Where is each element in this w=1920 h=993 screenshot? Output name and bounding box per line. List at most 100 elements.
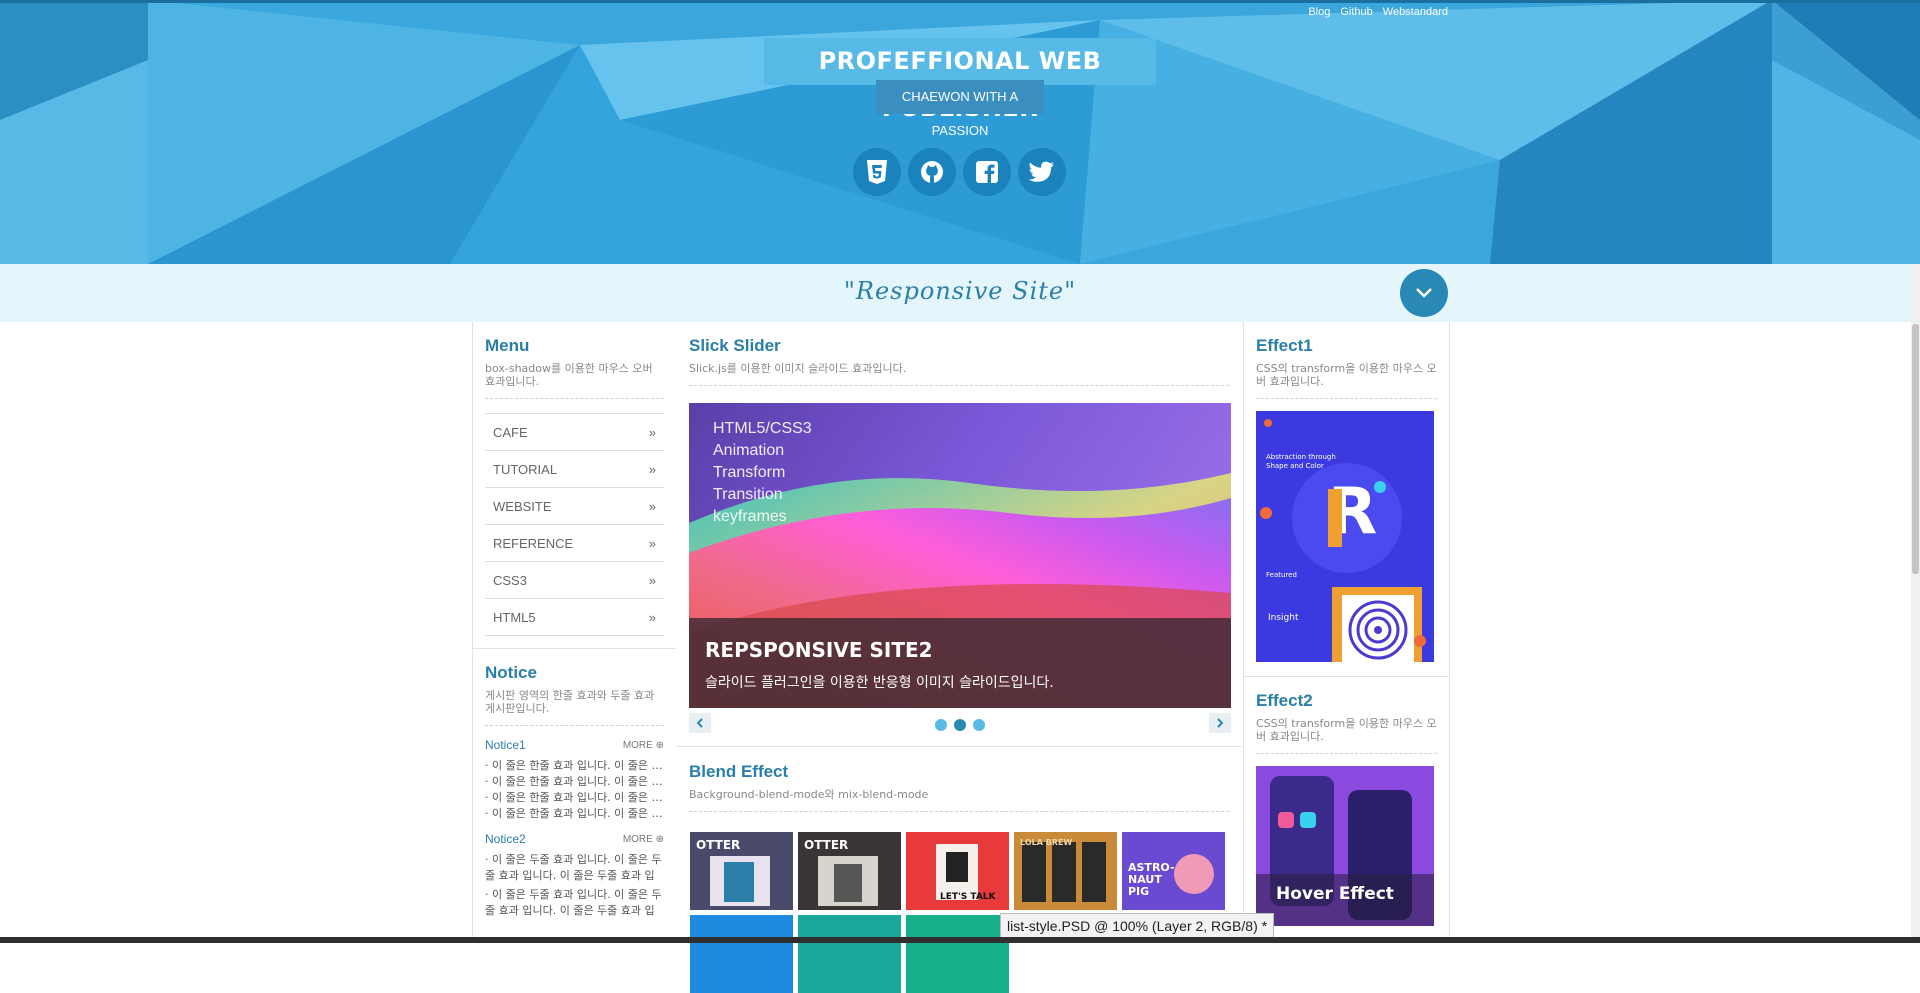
blend-thumb[interactable] xyxy=(798,915,901,993)
menu-item-css3[interactable]: CSS3 » xyxy=(485,562,664,599)
notice2-label[interactable]: Notice2 xyxy=(485,832,526,846)
notice2-more-link[interactable]: MORE ⊕ xyxy=(623,834,664,845)
notice-group-header: Notice1 MORE ⊕ xyxy=(485,738,664,752)
blend-thumb[interactable] xyxy=(906,915,1009,993)
double-chevron-right-icon: » xyxy=(648,498,656,514)
left-column: Menu box-shadow를 이용한 마우스 오버 효과입니다. CAFE »… xyxy=(472,322,677,943)
list-item[interactable]: · 이 줄은 한줄 효과 입니다. 이 줄은 한줄 효과 xyxy=(485,806,664,822)
slide-line: Animation xyxy=(713,442,785,459)
effect1-card-accent xyxy=(1328,489,1342,547)
menu-title: Menu xyxy=(485,336,530,355)
facebook-link[interactable] xyxy=(963,148,1011,196)
notice-group-header: Notice2 MORE ⊕ xyxy=(485,832,664,846)
notice-group-2: Notice2 MORE ⊕ · 이 줄은 두줄 효과 입니다. 이 줄은 두줄… xyxy=(485,832,664,919)
notice-section: Notice 게시판 영역의 한줄 효과와 두줄 효과 게시판입니다. Noti… xyxy=(473,648,676,919)
double-chevron-right-icon: » xyxy=(648,572,656,588)
slider-prev-button[interactable] xyxy=(689,713,711,733)
slider-dot-2[interactable] xyxy=(954,719,966,731)
slide-caption-title: REPSPONSIVE SITE2 xyxy=(705,638,933,662)
blend-divider xyxy=(676,746,1242,747)
slide-line: Transform xyxy=(713,464,786,481)
blend-thumb-otter-1[interactable]: OTTER xyxy=(690,832,793,910)
menu-item-label: TUTORIAL xyxy=(493,461,558,477)
blend-thumb-otter-2[interactable]: OTTER xyxy=(798,832,901,910)
menu-item-html5[interactable]: HTML5 » xyxy=(485,599,664,636)
right-column: Effect1 CSS의 transform을 이용한 마우스 오버 효과입니다… xyxy=(1243,322,1450,943)
menu-item-label: HTML5 xyxy=(493,609,536,625)
list-item[interactable]: · 이 줄은 한줄 효과 입니다. 이 줄은 한줄 효과 xyxy=(485,774,664,790)
twitter-link[interactable] xyxy=(1018,148,1066,196)
effect1-title: Effect1 xyxy=(1256,336,1313,355)
list-item[interactable]: · 이 줄은 두줄 효과 입니다. 이 줄은 두줄 효과 입니다. 이 줄은 두… xyxy=(485,852,664,884)
effect1-card[interactable]: Abstraction through Shape and Color R Fe… xyxy=(1256,411,1434,662)
double-chevron-right-icon: » xyxy=(648,461,656,477)
effect1-card-featured: Featured xyxy=(1266,571,1297,579)
github-link[interactable] xyxy=(908,148,956,196)
slider-dot-3[interactable] xyxy=(973,719,985,731)
app-icon xyxy=(1300,812,1316,828)
blend-title: Blend Effect xyxy=(689,762,789,781)
slide-line: HTML5/CSS3 xyxy=(713,420,812,437)
image-slider[interactable]: HTML5/CSS3 Animation Transform Transitio… xyxy=(689,403,1231,708)
plus-circle-icon: ⊕ xyxy=(655,833,664,845)
site-title: PROFEFFIONAL WEB PUBLISHER xyxy=(764,38,1156,122)
effect1-card-art xyxy=(1342,595,1414,662)
top-link-webstandard[interactable]: Webstandard xyxy=(1383,6,1448,18)
blend-section-head: Blend Effect Background-blend-mode와 mix-… xyxy=(689,762,1229,812)
effect2-card[interactable]: Hover Effect xyxy=(1256,766,1434,926)
slider-dots xyxy=(935,719,985,731)
list-item[interactable]: · 이 줄은 두줄 효과 입니다. 이 줄은 두줄 효과 입니다. 이 줄은 두… xyxy=(485,887,664,919)
page-scrollbar[interactable] xyxy=(1911,264,1920,943)
slide-caption-text: 슬라이드 플러그인을 이용한 반응형 이미지 슬라이드입니다. xyxy=(705,675,1054,691)
slide-line: Transition xyxy=(713,486,783,503)
spiral-pattern-icon xyxy=(1348,600,1408,660)
effect2-hover-label: Hover Effect xyxy=(1276,884,1394,904)
github-icon xyxy=(921,161,943,183)
top-link-github[interactable]: Github xyxy=(1340,6,1372,18)
menu-item-website[interactable]: WEBSITE » xyxy=(485,488,664,525)
menu-item-tutorial[interactable]: TUTORIAL » xyxy=(485,451,664,488)
html5-link[interactable] xyxy=(853,148,901,196)
effect1-card-dot xyxy=(1374,481,1386,493)
slide-text-lines: HTML5/CSS3 Animation Transform Transitio… xyxy=(713,418,812,528)
scroll-down-button[interactable] xyxy=(1400,269,1448,317)
blend-thumb-label: ASTRO-NAUT PIG xyxy=(1128,861,1175,898)
slide-line: keyframes xyxy=(713,508,787,525)
double-chevron-right-icon: » xyxy=(648,424,656,440)
effect2-section: Effect2 CSS의 transform을 이용한 마우스 오버 효과입니다… xyxy=(1244,676,1449,926)
blend-thumb-lola-brew[interactable]: LOLA BREW xyxy=(1014,832,1117,910)
menu-item-label: CAFE xyxy=(493,424,528,440)
double-chevron-right-icon: » xyxy=(648,535,656,551)
notice-title: Notice xyxy=(485,663,537,682)
notice-group-1: Notice1 MORE ⊕ · 이 줄은 한줄 효과 입니다. 이 줄은 한줄… xyxy=(485,738,664,822)
band-title: "Responsive Site" xyxy=(843,277,1077,305)
bottom-strip xyxy=(0,937,1920,943)
top-link-blog[interactable]: Blog xyxy=(1308,6,1330,18)
blend-thumb-astronaut-pig[interactable]: ASTRO-NAUT PIG xyxy=(1122,832,1225,910)
notice1-more-link[interactable]: MORE ⊕ xyxy=(623,740,664,751)
blend-thumb-label: LOLA BREW xyxy=(1020,838,1073,847)
effect1-section: Effect1 CSS의 transform을 이용한 마우스 오버 효과입니다… xyxy=(1244,322,1449,662)
double-chevron-right-icon: » xyxy=(648,609,656,625)
list-item[interactable]: · 이 줄은 한줄 효과 입니다. 이 줄은 한줄 효과 xyxy=(485,790,664,806)
blend-thumb[interactable] xyxy=(690,915,793,993)
plus-circle-icon: ⊕ xyxy=(655,739,664,751)
section-band: "Responsive Site" xyxy=(0,264,1920,322)
slider-title: Slick Slider xyxy=(689,336,781,355)
effect1-card-dot xyxy=(1260,507,1272,519)
blend-desc: Background-blend-mode와 mix-blend-mode xyxy=(689,788,1229,812)
chevron-down-icon xyxy=(1416,288,1432,298)
list-item[interactable]: · 이 줄은 한줄 효과 입니다. 이 줄은 한줄 효과 xyxy=(485,758,664,774)
slider-dot-1[interactable] xyxy=(935,719,947,731)
slider-next-button[interactable] xyxy=(1209,713,1231,733)
menu-desc: box-shadow를 이용한 마우스 오버 효과입니다. xyxy=(485,362,664,399)
menu-item-label: CSS3 xyxy=(493,572,527,588)
menu-item-reference[interactable]: REFERENCE » xyxy=(485,525,664,562)
slide-caption: REPSPONSIVE SITE2 슬라이드 플러그인을 이용한 반응형 이미지… xyxy=(689,618,1231,708)
social-links xyxy=(853,148,1066,196)
scrollbar-thumb[interactable] xyxy=(1912,324,1919,574)
notice1-label[interactable]: Notice1 xyxy=(485,738,526,752)
chevron-right-icon xyxy=(1217,718,1224,728)
blend-thumb-lets-talk[interactable]: LET'S TALK xyxy=(906,832,1009,910)
menu-item-cafe[interactable]: CAFE » xyxy=(485,414,664,451)
